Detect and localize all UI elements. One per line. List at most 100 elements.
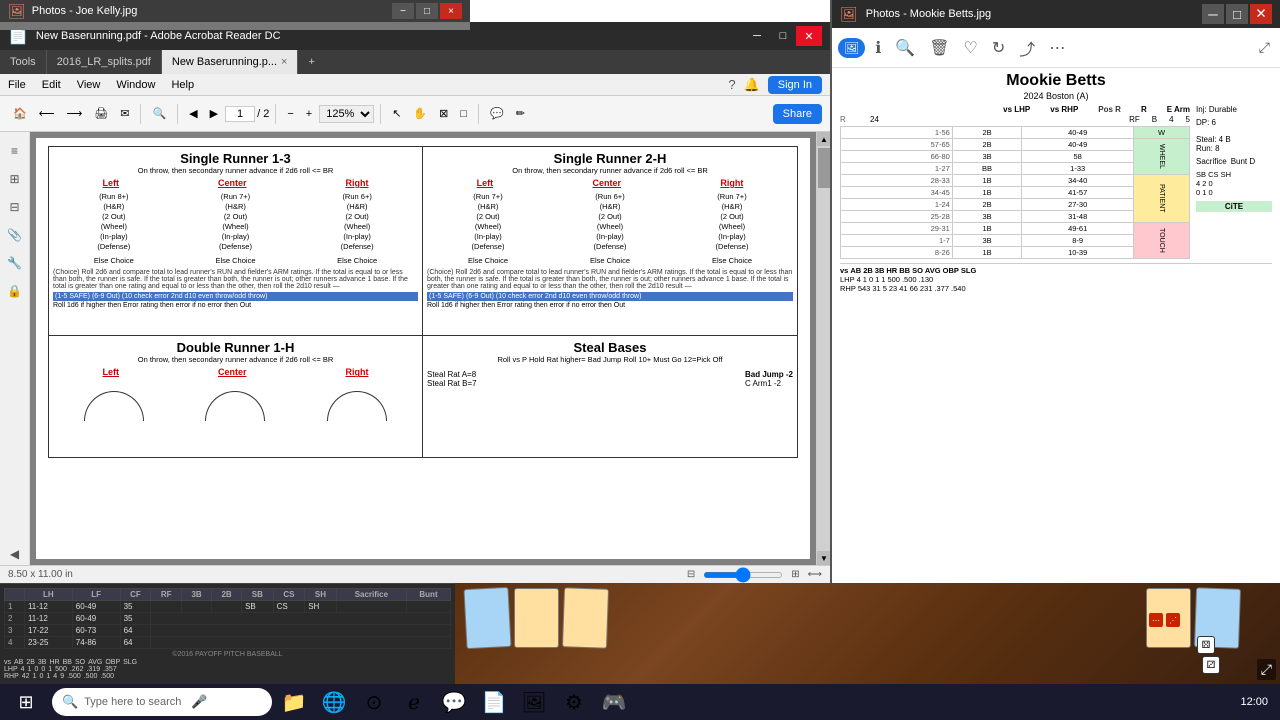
scroll-down-btn[interactable]: ▼ <box>817 551 830 565</box>
taskbar-skype[interactable]: 💬 <box>436 684 472 720</box>
photos-photo-btn[interactable]: 🖼 <box>838 38 865 58</box>
pdf-pan-btn[interactable]: ✋ <box>408 104 432 123</box>
s2-left-col: (Run 7+) (H&R) (2 Out) (Wheel) (In-play)… <box>468 192 508 265</box>
photos-rotate-btn[interactable]: ↻ <box>988 34 1009 62</box>
taskbar-explorer[interactable]: 📁 <box>276 684 312 720</box>
scroll-track[interactable] <box>817 146 830 551</box>
pdf-close-btn[interactable]: ✕ <box>796 26 822 46</box>
pdf-tools-panel-btn[interactable]: 🔧 <box>4 252 26 274</box>
pdf-thumbnail-btn[interactable]: ⊞ <box>4 168 26 190</box>
pdf-bookmark-btn[interactable]: ≡ <box>4 140 26 162</box>
pdf-left-panel: ≡ ⊞ ⊟ 📎 🔧 🔒 ◀ <box>0 132 30 565</box>
scroll-up-btn[interactable]: ▲ <box>817 132 830 146</box>
pdf-content-area: ≡ ⊞ ⊟ 📎 🔧 🔒 ◀ <box>0 132 830 565</box>
stats-row-group-1: 1-56 2B 40-49 W 57-65 2B 40-49 WHEEL <box>840 126 1190 259</box>
lhp-bottom-row: LHP41001500.262.319.357 <box>4 666 451 673</box>
mookie-close-btn[interactable]: ✕ <box>1250 4 1272 24</box>
pdf-page-next-btn[interactable]: ▶ <box>205 104 223 123</box>
pdf-section3: Double Runner 1-H On throw, then seconda… <box>49 336 423 457</box>
pdf-prev-btn[interactable]: ⟵ <box>34 104 60 123</box>
photos-delete-btn[interactable]: 🗑 <box>925 34 953 62</box>
pdf-page-input[interactable] <box>225 106 255 122</box>
pdf-page: Single Runner 1-3 On throw, then seconda… <box>36 138 810 559</box>
pdf-minimize-btn[interactable]: ─ <box>744 26 770 46</box>
sign-in-btn[interactable]: Sign In <box>768 76 822 94</box>
menu-window[interactable]: Window <box>116 79 155 91</box>
start-button[interactable]: ⊞ <box>4 686 48 718</box>
joe-kelly-minimize[interactable]: − <box>392 3 414 19</box>
section3-subtitle: On throw, then secondary runner advance … <box>53 355 418 364</box>
pdf-zoom-in-btn[interactable]: + <box>301 105 317 123</box>
photos-share-btn[interactable]: ⤴ <box>1015 32 1039 64</box>
die-2: ⚂ <box>1202 656 1220 674</box>
notification-icon[interactable]: 🔔 <box>744 77 760 93</box>
section2-title: Single Runner 2-H <box>427 151 793 166</box>
pdf-share-btn[interactable]: Share <box>773 104 822 124</box>
pdf-home-btn[interactable]: 🏠 <box>8 104 32 123</box>
pdf-zoom-slider[interactable] <box>703 572 783 578</box>
scroll-thumb[interactable] <box>818 148 830 188</box>
card-stack-left <box>465 588 608 648</box>
pdf-zoom-out-btn[interactable]: − <box>282 105 298 123</box>
taskbar-search[interactable]: 🔍 Type here to search 🎤 <box>52 688 272 716</box>
pdf-tab-baserunning[interactable]: New Baserunning.p... × <box>162 50 299 74</box>
pdf-scrollbar[interactable]: ▲ ▼ <box>816 132 830 565</box>
pdf-attachments-btn[interactable]: 📎 <box>4 224 26 246</box>
pdf-comment-btn[interactable]: 💬 <box>485 104 509 123</box>
photos-more-btn[interactable]: ⋯ <box>1045 34 1069 62</box>
pdf-maximize-btn[interactable]: □ <box>770 26 796 46</box>
photos-heart-btn[interactable]: ♡ <box>960 34 982 62</box>
pdf-sections-bottom: Double Runner 1-H On throw, then seconda… <box>48 336 798 458</box>
pdf-page-prev-btn[interactable]: ◀ <box>184 104 202 123</box>
photos-zoom-btn[interactable]: 🔍 <box>891 34 919 62</box>
pdf-pen-btn[interactable]: ✏ <box>511 104 530 123</box>
red-die-2: ⋰ <box>1166 613 1180 627</box>
mookie-maximize-btn[interactable]: □ <box>1226 4 1248 24</box>
pdf-layers-btn[interactable]: ⊟ <box>4 196 26 218</box>
photos-info-btn[interactable]: ℹ <box>871 34 885 62</box>
photos-expand-btn[interactable]: ⤢ <box>1255 35 1274 60</box>
mookie-title: Photos - Mookie Betts.jpg <box>866 8 991 20</box>
joe-kelly-maximize[interactable]: □ <box>416 3 438 19</box>
s3-arc-center <box>205 391 265 421</box>
menu-file[interactable]: File <box>8 79 26 91</box>
game-photo-expand-btn[interactable]: ⤢ <box>1257 659 1276 680</box>
joe-kelly-close[interactable]: × <box>440 3 462 19</box>
taskbar-ie[interactable]: ℯ <box>396 684 432 720</box>
taskbar-photos[interactable]: 🖼 <box>516 684 552 720</box>
pdf-expand-btn[interactable]: ◀ <box>4 543 26 565</box>
mookie-minimize-btn[interactable]: ─ <box>1202 4 1224 24</box>
taskbar-chrome[interactable]: ⊙ <box>356 684 392 720</box>
pdf-tab-add[interactable]: + <box>298 50 324 74</box>
taskbar-settings[interactable]: ⚙ <box>556 684 592 720</box>
menu-view[interactable]: View <box>77 79 101 91</box>
pdf-annot-btn[interactable]: □ <box>455 105 472 123</box>
help-icon[interactable]: ? <box>728 77 735 92</box>
pdf-print-btn[interactable]: 🖨 <box>89 104 113 123</box>
pdf-save-btn[interactable]: ✉ <box>115 104 134 123</box>
pdf-crop-btn[interactable]: ⊠ <box>434 104 453 123</box>
game-photo-area: ⚄ ⚂ ⋯ ⋰ ⤢ <box>455 583 1280 684</box>
pdf-protect-btn[interactable]: 🔒 <box>4 280 26 302</box>
pdf-zoom-select[interactable]: 125% 100% 150% 75% <box>319 105 374 123</box>
pdf-tab-splits[interactable]: 2016_LR_splits.pdf <box>47 50 162 74</box>
s1-highlight2: Roll 1d6 if higher then Error rating the… <box>53 302 418 309</box>
pdf-tab-bar: Tools 2016_LR_splits.pdf New Baserunning… <box>0 50 830 74</box>
taskbar-edge[interactable]: 🌐 <box>316 684 352 720</box>
pdf-select-btn[interactable]: ↖ <box>387 104 406 123</box>
s3-left-header: Left <box>102 367 119 377</box>
table-row: 57-65 2B 40-49 WHEEL <box>841 139 1190 151</box>
pdf-search-btn[interactable]: 🔍 <box>147 104 171 123</box>
taskbar-game[interactable]: 🎮 <box>596 684 632 720</box>
s1-choice-text: (Choice) Roll 2d6 and compare total to l… <box>53 269 418 290</box>
pdf-next-btn[interactable]: ⟶ <box>61 104 87 123</box>
taskbar-acrobat[interactable]: 📄 <box>476 684 512 720</box>
s1-left-header: Left <box>102 178 119 188</box>
menu-edit[interactable]: Edit <box>42 79 61 91</box>
pdf-tab-tools[interactable]: Tools <box>0 50 47 74</box>
taskbar-right: 12:00 <box>1240 696 1276 708</box>
pdf-menubar: File Edit View Window Help ? 🔔 Sign In <box>0 74 830 96</box>
mookie-rhp-row: RHP 543 31 5 23 41 66 231 .377 .540 <box>840 284 1272 293</box>
table-row: 28-33 1B 34-40 PATIENT <box>841 175 1190 187</box>
menu-help[interactable]: Help <box>171 79 194 91</box>
